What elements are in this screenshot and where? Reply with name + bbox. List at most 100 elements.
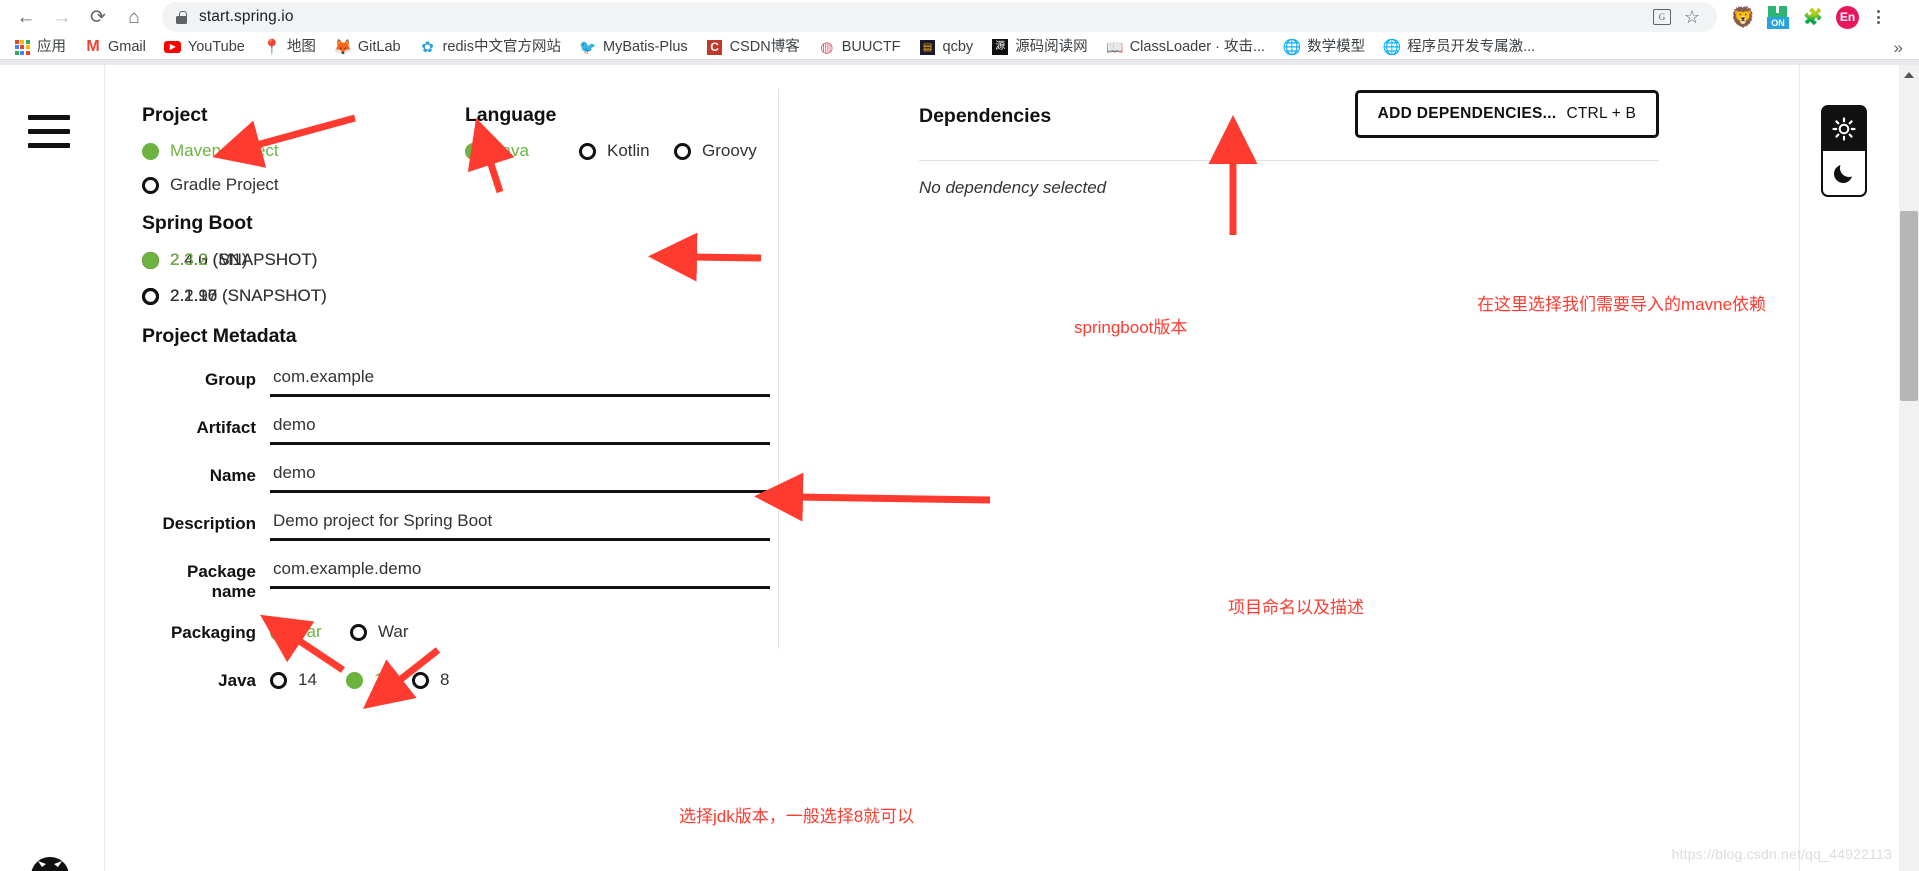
radio-dot[interactable]: [142, 287, 159, 305]
hamburger-menu-icon[interactable]: [28, 115, 70, 157]
en-profile-avatar[interactable]: En: [1836, 5, 1859, 29]
bookmark-label: 应用: [37, 38, 66, 55]
bookmark-csdn[interactable]: C CSDN博客: [706, 35, 808, 59]
reload-icon[interactable]: ⟳: [80, 2, 116, 32]
scroll-up-arrow-icon[interactable]: [1899, 65, 1919, 85]
package-name-label: Package name: [187, 562, 256, 601]
moon-icon[interactable]: [1823, 151, 1865, 195]
column-divider: [778, 89, 779, 649]
radio-dot[interactable]: [674, 142, 691, 160]
browser-toolbar: ← → ⟳ ⌂ start.spring.io G ☆ 🦁 ON 🧩 En: [0, 0, 1919, 34]
package-name-input[interactable]: [270, 559, 770, 589]
spring-initializr-page: Project Maven Project Gradle Project Lan…: [0, 65, 1919, 871]
radio-dot-selected[interactable]: [270, 623, 287, 641]
bookmark-label: 程序员开发专属激...: [1407, 38, 1536, 55]
group-input[interactable]: [270, 367, 770, 397]
watermark: https://blog.csdn.net/qq_44922113: [1671, 846, 1892, 862]
annotation-maven-dependencies: 在这里选择我们需要导入的mavne依赖: [1477, 295, 1767, 314]
sun-icon[interactable]: [1823, 107, 1865, 151]
github-octocat-icon[interactable]: [22, 837, 78, 871]
bookmarks-bar: 应用 M Gmail ▶ YouTube 📍 地图 🦊 GitLab ✿ red…: [0, 34, 1919, 60]
spring-boot-section: Spring Boot 2.4.0 (SNAPSHOT) 2.4.0 (M1): [142, 212, 327, 322]
add-dependencies-button[interactable]: ADD DEPENDENCIES... CTRL + B: [1354, 90, 1659, 138]
packaging-option-jar[interactable]: Jar: [270, 622, 350, 642]
bookmark-label: redis中文官方网站: [442, 38, 562, 55]
page-scrollbar[interactable]: [1899, 65, 1919, 871]
language-options: Java Kotlin Groovy: [465, 141, 757, 161]
bookmark-label: 数学模型: [1307, 38, 1366, 55]
bookmark-qcby[interactable]: ▤ qcby: [919, 35, 982, 59]
back-arrow-icon[interactable]: ←: [8, 2, 44, 32]
apps-grid-icon: [13, 38, 31, 56]
forward-arrow-icon[interactable]: →: [44, 2, 80, 32]
lion-extension-icon[interactable]: 🦁: [1731, 5, 1756, 29]
scrollbar-thumb[interactable]: [1900, 211, 1918, 401]
radio-dot[interactable]: [270, 671, 287, 689]
project-option-gradle[interactable]: Gradle Project: [142, 175, 279, 195]
bookmark-apps[interactable]: 应用: [13, 35, 74, 59]
bookmark-source-read[interactable]: 源 源码阅读网: [991, 35, 1096, 59]
bookmarks-overflow-icon[interactable]: »: [1894, 38, 1903, 58]
book-icon: 📖: [1105, 38, 1124, 55]
field-row-description: Description: [142, 511, 812, 541]
proxy-on-extension-icon[interactable]: ON: [1766, 5, 1790, 29]
proxy-on-label: ON: [1767, 17, 1789, 29]
bookmark-label: CSDN博客: [729, 38, 800, 55]
radio-dot[interactable]: [142, 176, 159, 194]
youtube-icon: ▶: [164, 38, 182, 56]
dependencies-header: Dependencies ADD DEPENDENCIES... CTRL + B: [919, 90, 1659, 138]
bookmark-classloader[interactable]: 📖 ClassLoader · 攻击...: [1106, 35, 1273, 59]
language-option-label: Groovy: [702, 141, 757, 160]
language-option-java[interactable]: Java: [465, 141, 579, 161]
bookmark-redis[interactable]: ✿ redis中文官方网站: [419, 35, 569, 59]
language-option-kotlin[interactable]: Kotlin: [579, 141, 674, 161]
bookmark-gitlab[interactable]: 🦊 GitLab: [334, 35, 409, 59]
bookmark-mybatis-plus[interactable]: 🐦 MyBatis-Plus: [579, 35, 696, 59]
add-dependencies-shortcut: CTRL + B: [1566, 105, 1636, 122]
radio-dot-selected[interactable]: [142, 142, 159, 160]
browser-window: ← → ⟳ ⌂ start.spring.io G ☆ 🦁 ON 🧩 En 应用…: [0, 0, 1919, 871]
bookmark-label: BUUCTF: [841, 38, 901, 55]
dependencies-divider: [919, 160, 1659, 161]
gitlab-fox-icon: 🦊: [333, 39, 353, 56]
project-option-label: Maven Project: [170, 141, 279, 160]
address-bar[interactable]: start.spring.io G ☆: [162, 2, 1717, 32]
radio-dot-selected[interactable]: [346, 671, 363, 689]
radio-dot[interactable]: [412, 671, 429, 689]
radio-dot-selected[interactable]: [465, 142, 482, 160]
theme-toggle[interactable]: [1821, 105, 1867, 197]
radio-dot-selected[interactable]: [142, 251, 159, 269]
language-section: Language Java Kotlin Groovy: [465, 104, 757, 161]
bookmark-youtube[interactable]: ▶ YouTube: [164, 35, 253, 59]
chrome-menu-kebab-icon[interactable]: [1865, 10, 1891, 24]
bookmark-star-icon[interactable]: ☆: [1679, 4, 1705, 30]
radio-dot[interactable]: [579, 142, 596, 160]
java-option-8[interactable]: 8: [412, 670, 449, 690]
bookmark-gmail[interactable]: M Gmail: [84, 35, 154, 59]
project-option-maven[interactable]: Maven Project: [142, 141, 279, 161]
bookmark-buuctf[interactable]: ◍ BUUCTF: [818, 35, 909, 59]
bookmark-label: 源码阅读网: [1015, 38, 1088, 55]
add-dependencies-label: ADD DEPENDENCIES...: [1377, 105, 1557, 122]
name-input[interactable]: [270, 463, 770, 493]
project-option-label: Gradle Project: [170, 175, 279, 194]
globe-icon: 🌐: [1282, 39, 1302, 56]
packaging-option-war[interactable]: War: [350, 622, 409, 642]
description-input[interactable]: [270, 511, 770, 541]
bookmark-dev-activation[interactable]: 🌐 程序员开发专属激...: [1383, 35, 1543, 59]
browser-chrome: ← → ⟳ ⌂ start.spring.io G ☆ 🦁 ON 🧩 En 应用…: [0, 0, 1919, 65]
language-option-groovy[interactable]: Groovy: [674, 141, 757, 161]
puzzle-extensions-icon[interactable]: 🧩: [1801, 5, 1825, 29]
home-icon[interactable]: ⌂: [116, 2, 152, 32]
java-label: Java: [218, 671, 256, 690]
java-option-11[interactable]: 11: [346, 670, 412, 690]
bookmark-maps[interactable]: 📍 地图: [263, 35, 324, 59]
bookmark-math-model[interactable]: 🌐 数学模型: [1283, 35, 1373, 59]
field-row-java: Java 14 11 8: [142, 668, 812, 691]
description-label: Description: [162, 514, 256, 533]
java-option-14[interactable]: 14: [270, 670, 346, 690]
field-row-artifact: Artifact: [142, 415, 812, 445]
translate-icon[interactable]: G: [1649, 4, 1675, 30]
artifact-input[interactable]: [270, 415, 770, 445]
radio-dot[interactable]: [350, 623, 367, 641]
